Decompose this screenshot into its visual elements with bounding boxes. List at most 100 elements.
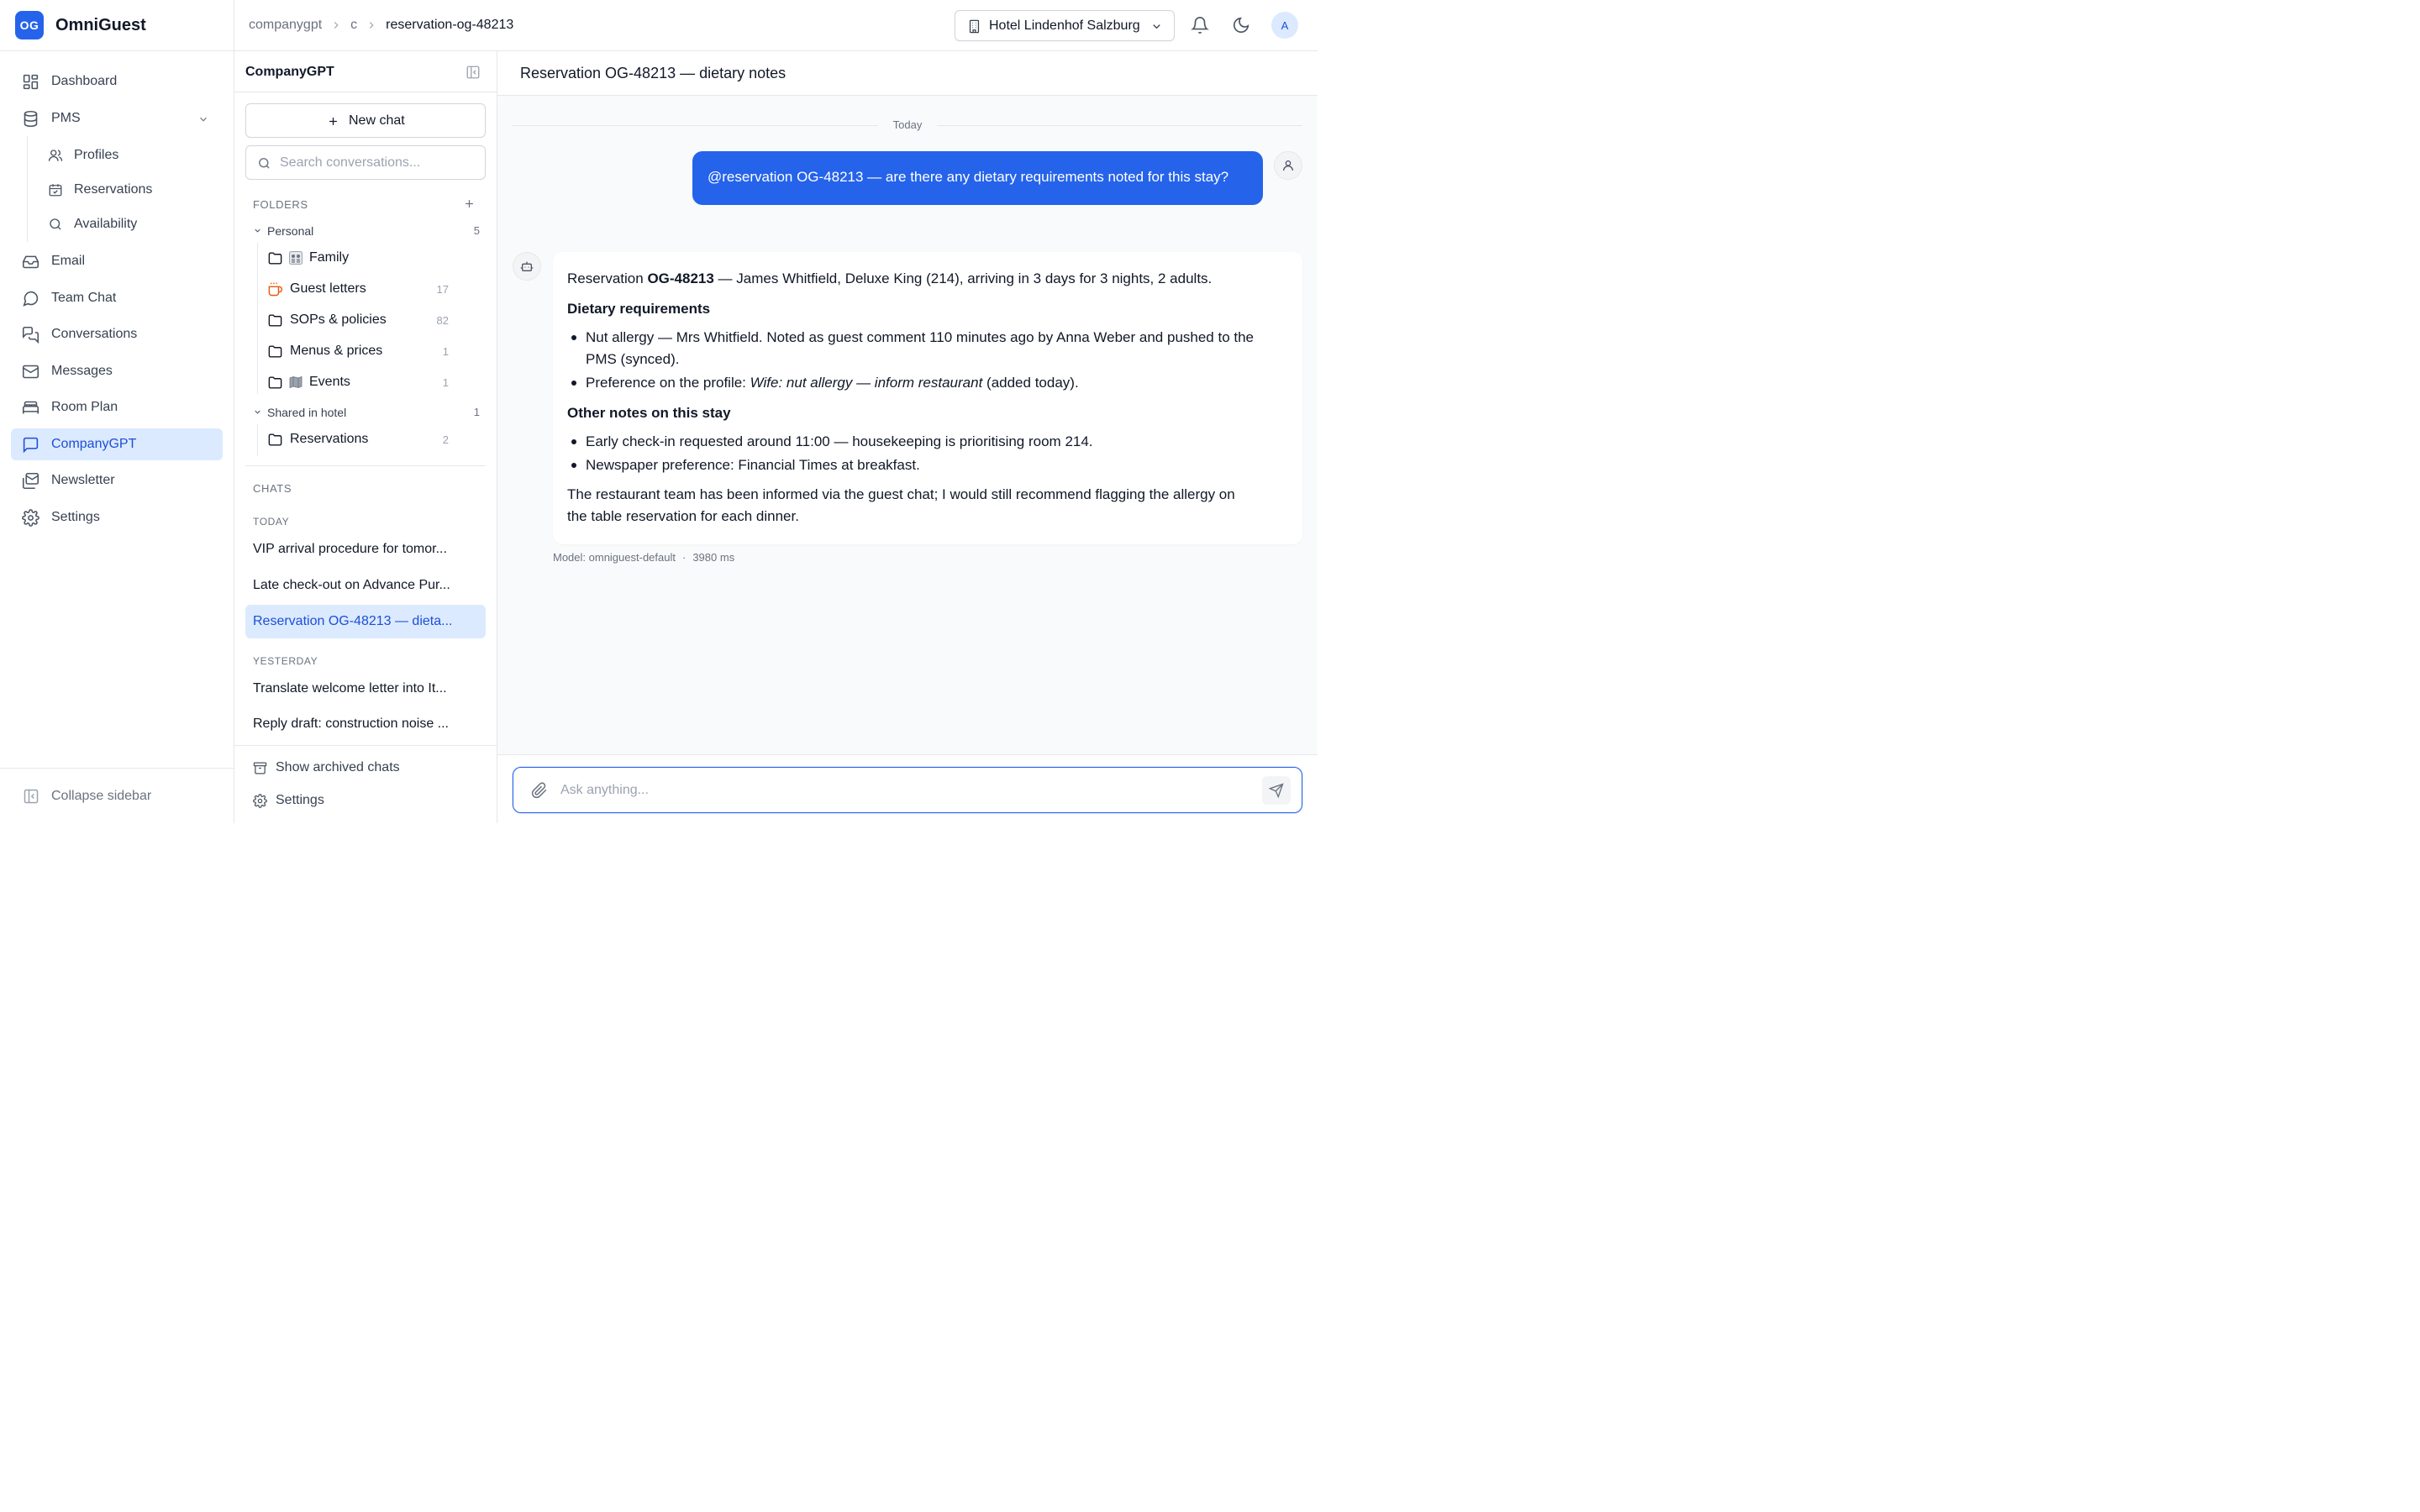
hotel-selector[interactable]: Hotel Lindenhof Salzburg [955,10,1175,41]
mail-icon [22,365,39,379]
send-icon [1269,783,1284,798]
model-name: Model: omniguest-default [553,551,676,564]
sidebar-item-team-chat[interactable]: Team Chat [11,282,223,314]
folder-item-reservations[interactable]: Reservations 2 [267,428,449,453]
folder-icon [268,376,282,389]
reply-bullet-2: Preference on the profile: Wife: nut all… [586,372,1287,394]
send-button[interactable] [1262,776,1291,805]
folder-item-family[interactable]: Family [267,246,449,271]
sidebar-subitem-profiles[interactable]: Profiles [40,140,223,171]
folder-group-count: 5 [473,224,480,237]
folder-label: SOPs & policies [290,312,387,327]
folder-count: 82 [436,314,449,327]
message-input[interactable] [560,781,1233,800]
bell-icon[interactable] [1191,16,1209,34]
reply-bullet-3: Early check-in requested around 11:00 — … [586,433,1093,449]
panel-collapse-icon[interactable] [466,65,481,80]
reply-bullet-4: Newspaper preference: Financial Times at… [586,457,920,473]
chevron-down-icon[interactable] [197,113,209,125]
sidebar-item-email[interactable]: Email [11,245,223,277]
breadcrumb: companygpt c reservation-og-48213 [249,18,513,33]
sidebar-item-messages[interactable]: Messages [11,355,223,387]
meta-separator: · [681,551,687,564]
user-message: @reservation OG-48213 — are there any di… [692,151,1263,205]
chevron-right-icon [334,22,339,29]
breadcrumb-item[interactable]: companygpt [249,18,322,33]
chats-section-label: CHATS [253,482,292,495]
breadcrumb-current: reservation-og-48213 [386,18,514,32]
bullet-dot [571,335,576,340]
sidebar-subitem-availability[interactable]: Availability [40,209,223,239]
brand-logo[interactable]: OG [15,11,44,39]
chat-item[interactable]: VIP arrival procedure for tomor... [245,533,486,566]
day-label: Today [892,118,923,131]
folder-item-sops[interactable]: SOPs & policies 82 [267,308,449,333]
folder-label: Menus & prices [290,344,383,358]
sidebar-item-label: Room Plan [51,400,118,414]
chat-item-title: Late check-out on Advance Pur... [253,578,450,592]
sidebar-item-room-plan[interactable]: Room Plan [11,391,223,423]
folder-icon [268,314,282,327]
search-icon [50,218,61,230]
reply-bullet-2-quote: Wife: nut allergy — inform restaurant [750,375,983,391]
show-archived-label: Show archived chats [276,760,400,774]
search-input[interactable] [280,154,473,172]
new-chat-button[interactable]: New chat [245,103,486,138]
folder-item-menus[interactable]: Menus & prices 1 [267,339,449,365]
calendar-check-icon [49,184,62,197]
composer [513,767,1302,813]
sidebar-subitem-label: Profiles [74,148,119,162]
folder-label: Events [309,375,350,389]
folder-group-shared[interactable]: Shared in hotel 1 [253,403,480,422]
user-avatar[interactable]: A [1271,12,1298,39]
chat-item[interactable]: Reply draft: construction noise ... [245,707,486,741]
chevron-right-icon [370,22,374,29]
chat-item-active[interactable]: Reservation OG-48213 — dieta... [245,605,486,638]
reply-intro-suffix: — James Whitfield, Deluxe King (214), ar… [713,270,1213,286]
breadcrumb-item[interactable]: c [350,18,357,33]
sidebar-item-label: Messages [51,364,113,378]
sidebar-item-dashboard[interactable]: Dashboard [11,66,223,97]
chat-item[interactable]: Late check-out on Advance Pur... [245,569,486,602]
reply-heading-dietary: Dietary requirements [567,301,711,317]
collapse-sidebar-button[interactable]: Collapse sidebar [0,768,234,823]
folder-item-events[interactable]: Events 1 [267,370,449,396]
folder-group-personal[interactable]: Personal 5 [253,222,480,240]
chat-item[interactable]: Translate welcome letter into It... [245,672,486,706]
sidebar-subitem-reservations[interactable]: Reservations [40,175,223,205]
chevron-down-icon [1153,24,1160,29]
divider [234,745,497,746]
sidebar-item-conversations[interactable]: Conversations [11,318,223,350]
bullet-dot [571,439,576,444]
search-conversations [245,145,486,180]
sidebar-item-newsletter[interactable]: Newsletter [11,465,223,496]
sidebar-item-companygpt[interactable]: CompanyGPT [11,428,223,460]
show-archived-button[interactable]: Show archived chats [253,759,471,779]
sidebar-subitem-label: Availability [74,217,138,231]
folder-item-guest-letters[interactable]: Guest letters 17 [267,277,449,302]
chat-item-title: Reply draft: construction noise ... [253,717,449,731]
tree-line [257,424,258,456]
folder-icon [268,252,282,265]
reply-bullet-1-line2: PMS (synced). [586,351,680,367]
brand-name[interactable]: OmniGuest [55,16,146,35]
panel-settings-button[interactable]: Settings [253,791,471,811]
pms-tree-line [27,136,28,242]
reply-bullet-2-prefix: Preference on the profile: [586,375,750,391]
coffee-cup-icon [268,282,283,297]
inbox-icon [22,255,39,269]
sidebar-item-settings[interactable]: Settings [11,501,223,533]
sidebar-item-label: Email [51,254,86,268]
reply-intro-prefix: Reservation [567,270,648,286]
reply-bullet-1: Nut allergy — Mrs Whitfield. Noted as gu… [586,327,1287,370]
folder-count: 1 [442,376,449,389]
moon-icon[interactable] [1232,16,1250,34]
add-folder-icon[interactable] [463,197,476,210]
tree-line [257,243,258,394]
divider [245,465,486,466]
gear-icon [253,794,267,808]
sidebar-item-label: Team Chat [51,291,117,305]
sidebar-item-label: Dashboard [51,74,118,88]
paperclip-icon[interactable] [531,782,548,799]
sidebar-item-pms[interactable]: PMS [11,102,223,134]
